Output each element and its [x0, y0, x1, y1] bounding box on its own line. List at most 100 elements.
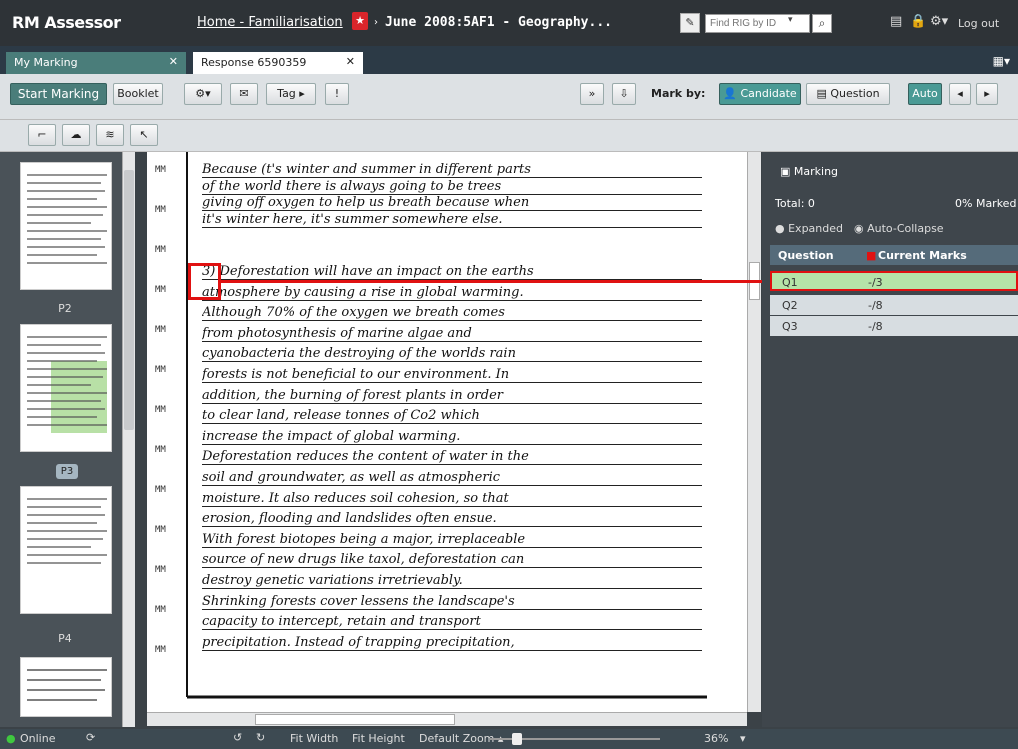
download-icon[interactable]: ⇩ [612, 83, 636, 105]
annotation-highlight-box[interactable] [188, 263, 221, 300]
svg-text:MM: MM [155, 325, 166, 335]
star-icon[interactable]: ★ [352, 12, 368, 30]
online-icon: ● [6, 732, 16, 745]
rotate-right-icon[interactable]: ↻ [256, 731, 265, 744]
marking-panel [770, 152, 1018, 727]
search-icon[interactable]: ⌕ [812, 14, 832, 33]
handwritten-line: source of new drugs like taxol, deforest… [202, 552, 702, 569]
wave-icon[interactable]: ≋ [96, 124, 124, 146]
handwritten-line: from photosynthesis of marine algae and [202, 326, 702, 342]
auto-button[interactable]: Auto [908, 83, 942, 105]
handwritten-line: Because (t's winter and summer in differ… [202, 162, 702, 178]
pin-icon[interactable]: ⌐ [28, 124, 56, 146]
app-logo: RM Assessor [12, 13, 121, 32]
logout-link[interactable]: Log out [958, 17, 999, 30]
start-marking-button[interactable]: Start Marking [10, 83, 107, 105]
marks-indicator-icon: ■ [866, 249, 877, 262]
viewer-scrollbar[interactable] [747, 152, 761, 712]
edit-icon[interactable]: ✎ [680, 13, 700, 33]
row-question: Q2 [782, 299, 798, 312]
pointer-icon[interactable]: ↖ [130, 124, 158, 146]
annotation-toolbar: ⌐ ☁ ≋ ↖ [0, 120, 1018, 152]
marking-row-q3[interactable]: Q3 -/8 [770, 316, 1018, 336]
fast-forward-icon[interactable]: » [580, 83, 604, 105]
marking-title: ▣ Marking [780, 165, 839, 178]
tag-button[interactable]: Tag ▸ [266, 83, 316, 105]
next-icon[interactable]: ▸ [976, 83, 998, 105]
header-bar: RM Assessor Home - Familiarisation ★ › J… [0, 0, 1018, 46]
close-icon[interactable]: ✕ [169, 55, 178, 68]
exception-icon[interactable]: ! [325, 83, 349, 105]
find-rig-input[interactable] [705, 14, 810, 33]
chevron-down-icon[interactable]: ▾ [788, 15, 793, 25]
chevron-down-icon[interactable]: ▾ [740, 732, 746, 745]
tab-response[interactable]: Response 6590359 ✕ [193, 52, 363, 74]
zoom-slider-handle[interactable] [512, 733, 522, 745]
online-status: Online [20, 732, 56, 745]
breadcrumb-title[interactable]: June 2008:5AF1 - Geography... [385, 15, 612, 30]
marking-total: Total: 0 [775, 197, 815, 210]
expanded-label: Expanded [788, 222, 843, 235]
annotation-link-line [221, 280, 773, 283]
thumbnail-p4[interactable] [20, 486, 112, 614]
document-icon[interactable]: ▤ [890, 14, 902, 29]
question-label: Question [830, 87, 880, 100]
zoom-level[interactable]: 36% [704, 732, 728, 745]
handwritten-line: giving off oxygen to help us breath beca… [202, 195, 702, 211]
message-icon[interactable]: ✉ [230, 83, 258, 105]
handwritten-line: capacity to intercept, retain and transp… [202, 614, 702, 631]
handwritten-line: erosion, flooding and landslides often e… [202, 511, 702, 528]
tag-label: Tag [277, 87, 296, 100]
lock-icon[interactable]: 🔒 [910, 14, 926, 29]
svg-text:MM: MM [155, 165, 166, 175]
handwritten-line: Although 70% of the oxygen we breath com… [202, 305, 702, 322]
expanded-radio[interactable]: ● Expanded [775, 222, 843, 235]
handwritten-line: soil and groundwater, as well as atmosph… [202, 470, 702, 486]
candidate-label: Candidate [740, 87, 797, 100]
handwritten-line: Deforestation reduces the content of wat… [202, 449, 702, 466]
scroll-thumb[interactable] [255, 714, 455, 725]
svg-text:MM: MM [155, 605, 166, 615]
question-button[interactable]: ▤ Question [806, 83, 890, 105]
gear-icon[interactable]: ⚙▾ [930, 14, 948, 29]
default-zoom-label: Default Zoom [419, 732, 495, 745]
handwritten-line: it's winter here, it's summer somewhere … [202, 212, 702, 228]
grid-icon[interactable]: ▦▾ [993, 54, 1010, 68]
fit-height-button[interactable]: Fit Height [352, 732, 405, 745]
settings-dropdown-button[interactable]: ⚙▾ [184, 83, 222, 105]
thumbnail-scrollbar[interactable] [122, 152, 135, 727]
fit-width-button[interactable]: Fit Width [290, 732, 338, 745]
row-marks: -/3 [868, 276, 883, 289]
refresh-icon[interactable]: ⟳ [86, 731, 95, 744]
viewer-hscrollbar[interactable] [147, 712, 747, 726]
prev-icon[interactable]: ◂ [949, 83, 971, 105]
breadcrumb-home-link[interactable]: Home - Familiarisation [197, 15, 343, 30]
thumbnail-p2[interactable] [20, 162, 112, 290]
close-icon[interactable]: ✕ [346, 55, 355, 68]
handwritten-line: Shrinking forests cover lessens the land… [202, 594, 702, 610]
tab-my-marking[interactable]: My Marking ✕ [6, 52, 186, 74]
marking-row-q2[interactable]: Q2 -/8 [770, 295, 1018, 315]
mark-by-label: Mark by: [651, 87, 706, 100]
cloud-icon[interactable]: ☁ [62, 124, 90, 146]
marking-row-q1[interactable]: Q1 -/3 [770, 271, 1018, 291]
booklet-button[interactable]: Booklet [113, 83, 163, 105]
status-bar: ● Online ⟳ ↺ ↻ Fit Width Fit Height Defa… [0, 729, 1018, 749]
thumbnail-p5[interactable] [20, 657, 112, 717]
script-viewer[interactable]: MM MM MM MM MM MM MM MM MM MM MM MM MM Because (t's … [147, 152, 747, 712]
svg-text:MM: MM [155, 565, 166, 575]
svg-text:MM: MM [155, 205, 166, 215]
marking-percent: 0% Marked [955, 197, 1017, 210]
handwritten-line: precipitation. Instead of trapping preci… [202, 635, 702, 651]
scroll-thumb[interactable] [124, 170, 134, 430]
candidate-button[interactable]: 👤 Candidate [719, 83, 801, 105]
rotate-left-icon[interactable]: ↺ [233, 731, 242, 744]
handwritten-line: destroy genetic variations irretrievably… [202, 573, 702, 589]
main-toolbar: Start Marking Booklet ⚙▾ ✉ Tag ▸ ! » ⇩ M… [0, 74, 1018, 120]
panel-divider[interactable] [762, 152, 770, 727]
auto-collapse-radio[interactable]: ◉ Auto-Collapse [854, 222, 944, 235]
thumbnail-p3[interactable] [20, 324, 112, 452]
row-question: Q1 [782, 276, 798, 289]
marking-title-text: Marking [793, 165, 839, 178]
zoom-slider[interactable] [490, 733, 660, 745]
